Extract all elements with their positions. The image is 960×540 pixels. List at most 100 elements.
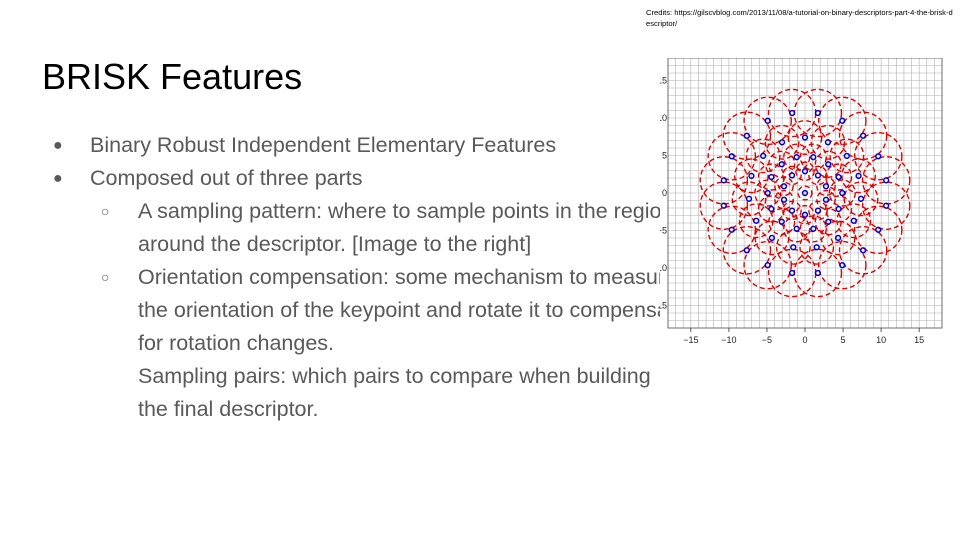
sampling-point (788, 172, 796, 179)
sampling-point (843, 152, 851, 160)
sampling-point (814, 269, 822, 277)
sampling-point (720, 202, 727, 209)
sub-bullet-line: the final descriptor. (138, 397, 319, 421)
sampling-circle (793, 248, 843, 298)
sampling-point (743, 132, 751, 139)
sampling-point (822, 196, 830, 203)
sampling-point (859, 247, 867, 254)
sub-bullet-line: the orientation of the keypoint and rota… (138, 298, 687, 322)
sampling-point (810, 154, 817, 161)
sampling-circle (818, 96, 867, 146)
sampling-point (822, 183, 830, 190)
sampling-point (814, 109, 822, 117)
sampling-circle (699, 156, 749, 205)
sampling-point (790, 244, 797, 251)
y-tick-label: 15 (660, 76, 667, 86)
sampling-point (875, 153, 882, 160)
slide-title: BRISK Features (42, 56, 303, 97)
sub-bullet-line: Orientation compensation: some mechanism… (138, 265, 677, 289)
sampling-point (720, 177, 727, 184)
sampling-circle (707, 205, 757, 255)
sampling-circle (838, 225, 888, 275)
sampling-circle (861, 156, 911, 205)
sampling-point (810, 225, 817, 232)
sampling-circle (818, 240, 867, 290)
sub-bullet-line: around the descriptor. [Image to the rig… (138, 232, 532, 256)
sampling-point (759, 152, 767, 160)
sub-bullet-line: Sampling pairs: which pairs to compare w… (138, 364, 651, 388)
x-tick-label: 5 (841, 335, 846, 345)
sampling-point (753, 217, 760, 224)
sampling-point (857, 195, 865, 202)
sampling-point (859, 132, 867, 139)
sampling-pattern-figure: −15 −10 −5 0 5 10 15 15 10 5 0 −5 −10 −15 (660, 58, 950, 346)
sampling-point (768, 205, 775, 213)
sampling-circle (853, 131, 903, 181)
bullet-text: Composed out of three parts (90, 166, 363, 190)
sampling-point (728, 226, 735, 233)
sampling-circle (699, 181, 749, 230)
plot-grid (667, 58, 943, 329)
plot-axes: −15 −10 −5 0 5 10 15 15 10 5 0 −5 −10 −15 (660, 58, 943, 345)
bullet-marker: ● (53, 170, 63, 187)
sampling-point (743, 247, 751, 254)
bullet-text: Binary Robust Independent Elementary Fea… (90, 133, 557, 157)
sampling-point (850, 217, 857, 224)
sampling-circle (707, 131, 757, 181)
sampling-point (825, 218, 832, 225)
bullet-marker: ● (53, 137, 63, 154)
sampling-point (778, 161, 785, 168)
sampling-point (839, 262, 846, 269)
sampling-circle (743, 96, 792, 146)
sampling-point (780, 183, 788, 190)
sampling-point (835, 205, 842, 213)
sampling-point (839, 117, 846, 124)
sampling-point (778, 218, 785, 225)
x-tick-label: −15 (683, 335, 698, 345)
sampling-circle (722, 225, 772, 275)
sampling-point (788, 207, 796, 214)
sampling-point (793, 154, 800, 161)
x-tick-label: 10 (876, 335, 886, 345)
sampling-point (788, 269, 796, 277)
sampling-point (764, 117, 771, 124)
sampling-point (813, 244, 820, 251)
sampling-circle (767, 248, 817, 298)
sub-bullet-marker: ○ (101, 203, 110, 219)
sampling-circle (843, 181, 879, 217)
y-tick-label: 0 (662, 188, 667, 198)
sub-bullet-line: A sampling pattern: where to sample poin… (138, 199, 674, 223)
sampling-point (764, 262, 771, 269)
sampling-point (788, 109, 796, 117)
sampling-point (883, 202, 890, 209)
sampling-point (780, 196, 788, 203)
y-tick-label: 5 (662, 151, 667, 161)
sampling-point (825, 161, 832, 168)
sampling-circle (853, 205, 903, 255)
sampling-point (835, 173, 842, 181)
y-tick-label: −15 (660, 301, 667, 311)
x-tick-label: −5 (762, 335, 772, 345)
sampling-circle (861, 181, 911, 230)
sampling-circle (722, 111, 772, 161)
sampling-point (728, 153, 735, 160)
sampling-circle (743, 240, 792, 290)
sampling-point (745, 195, 753, 202)
sampling-point (793, 225, 800, 232)
sampling-point (814, 172, 822, 179)
sampling-point (875, 226, 882, 233)
sampling-circle (757, 163, 786, 191)
sub-bullet-line: for rotation changes. (138, 331, 335, 355)
sampling-point (883, 177, 890, 184)
y-tick-label: −5 (660, 226, 667, 236)
y-tick-label: 10 (660, 113, 667, 123)
x-tick-label: −10 (721, 335, 736, 345)
sub-bullet-marker: ○ (101, 269, 110, 285)
x-tick-label: 15 (914, 335, 924, 345)
image-credits: Credits: https://gilscvblog.com/2013/11/… (646, 8, 953, 28)
sampling-point (814, 207, 822, 214)
sampling-point (768, 173, 775, 181)
sampling-pattern-plot: −15 −10 −5 0 5 10 15 15 10 5 0 −5 −10 −15 (660, 58, 943, 345)
x-tick-label: 0 (802, 335, 807, 345)
sampling-circle (731, 181, 767, 217)
